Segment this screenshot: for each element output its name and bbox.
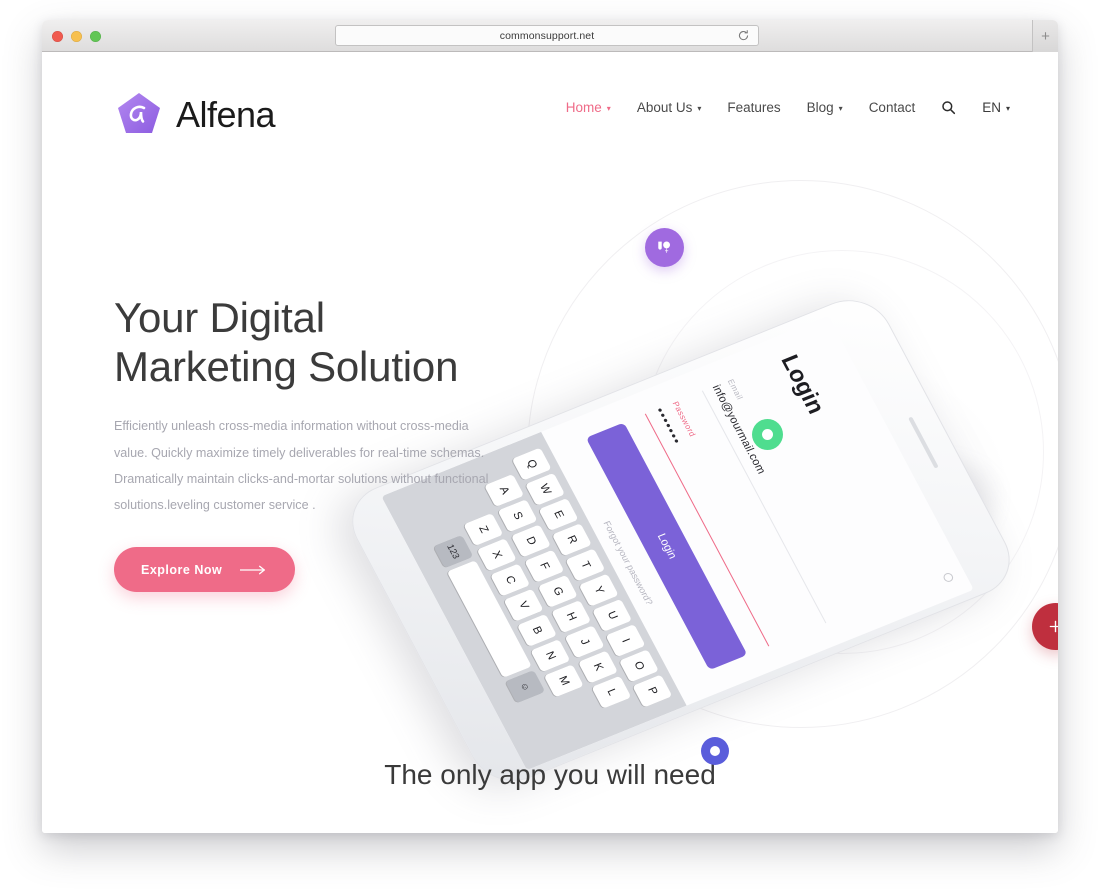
chevron-down-icon: ▾ [697, 103, 702, 113]
balloon-icon [655, 238, 674, 257]
nav-label-contact: Contact [868, 100, 916, 115]
alfena-pentagon-logo-icon [114, 90, 164, 140]
nav-label-blog: Blog [806, 100, 834, 115]
window-controls [52, 31, 101, 42]
plus-icon [1047, 618, 1058, 635]
address-bar[interactable]: commonsupport.net [335, 25, 759, 46]
chevron-down-icon: ▾ [838, 103, 843, 113]
nav-item-features[interactable]: Features [727, 100, 780, 115]
language-selector[interactable]: EN ▾ [982, 100, 1010, 115]
cta-label: Explore Now [141, 562, 223, 577]
search-icon[interactable] [941, 100, 956, 115]
phone-mockup: Login Email info@yourmail.com Password •… [337, 282, 1058, 794]
nav-item-home[interactable]: Home ▾ [566, 100, 611, 115]
badge-purple-balloon[interactable] [645, 228, 684, 267]
site-logo[interactable]: Alfena [114, 90, 276, 140]
explore-now-button[interactable]: Explore Now [114, 547, 296, 593]
phone-screen-title: Login [776, 350, 831, 418]
url-text: commonsupport.net [499, 29, 595, 42]
nav-label-features: Features [727, 100, 781, 115]
emoji-key[interactable]: ☺ [505, 670, 546, 704]
language-label: EN [982, 100, 1001, 115]
chevron-down-icon: ▾ [1005, 103, 1010, 113]
arrow-right-icon [240, 565, 268, 575]
chevron-down-icon: ▾ [606, 103, 611, 113]
close-window-button[interactable] [52, 31, 63, 42]
hero-paragraph: Efficiently unleash cross-media informat… [114, 419, 489, 512]
key[interactable]: P [632, 674, 673, 708]
nav-item-about-us[interactable]: About Us ▾ [637, 100, 702, 115]
nav-item-blog[interactable]: Blog ▾ [807, 100, 843, 115]
page-viewport: Alfena Home ▾ About Us ▾ Features Blog ▾ [42, 52, 1058, 833]
main-navigation: Home ▾ About Us ▾ Features Blog ▾ Contac… [566, 100, 1010, 115]
hero-title: Your Digital Marketing Solution [114, 294, 459, 390]
minimize-window-button[interactable] [71, 31, 82, 42]
nav-label-about-us: About Us [636, 100, 693, 115]
logo-wordmark: Alfena [176, 94, 276, 135]
eye-icon [941, 571, 955, 584]
browser-titlebar: commonsupport.net + [42, 20, 1058, 52]
section-headline: The only app you will need [384, 759, 716, 790]
key[interactable]: M [543, 664, 584, 698]
new-tab-button[interactable]: + [1032, 20, 1058, 52]
key[interactable]: L [591, 675, 632, 709]
nav-label-home: Home [565, 100, 602, 115]
site-header: Alfena Home ▾ About Us ▾ Features Blog ▾ [42, 52, 1058, 148]
badge-blue-ring[interactable] [701, 737, 729, 765]
badge-green-ring[interactable] [752, 419, 783, 450]
nav-item-contact[interactable]: Contact [869, 100, 916, 115]
zoom-window-button[interactable] [90, 31, 101, 42]
phone-speaker [908, 416, 939, 469]
hero-section: Your Digital Marketing Solution Efficien… [114, 294, 544, 593]
reload-icon[interactable] [737, 29, 750, 42]
browser-window: commonsupport.net + Alfena Home ▾ About … [42, 20, 1058, 833]
